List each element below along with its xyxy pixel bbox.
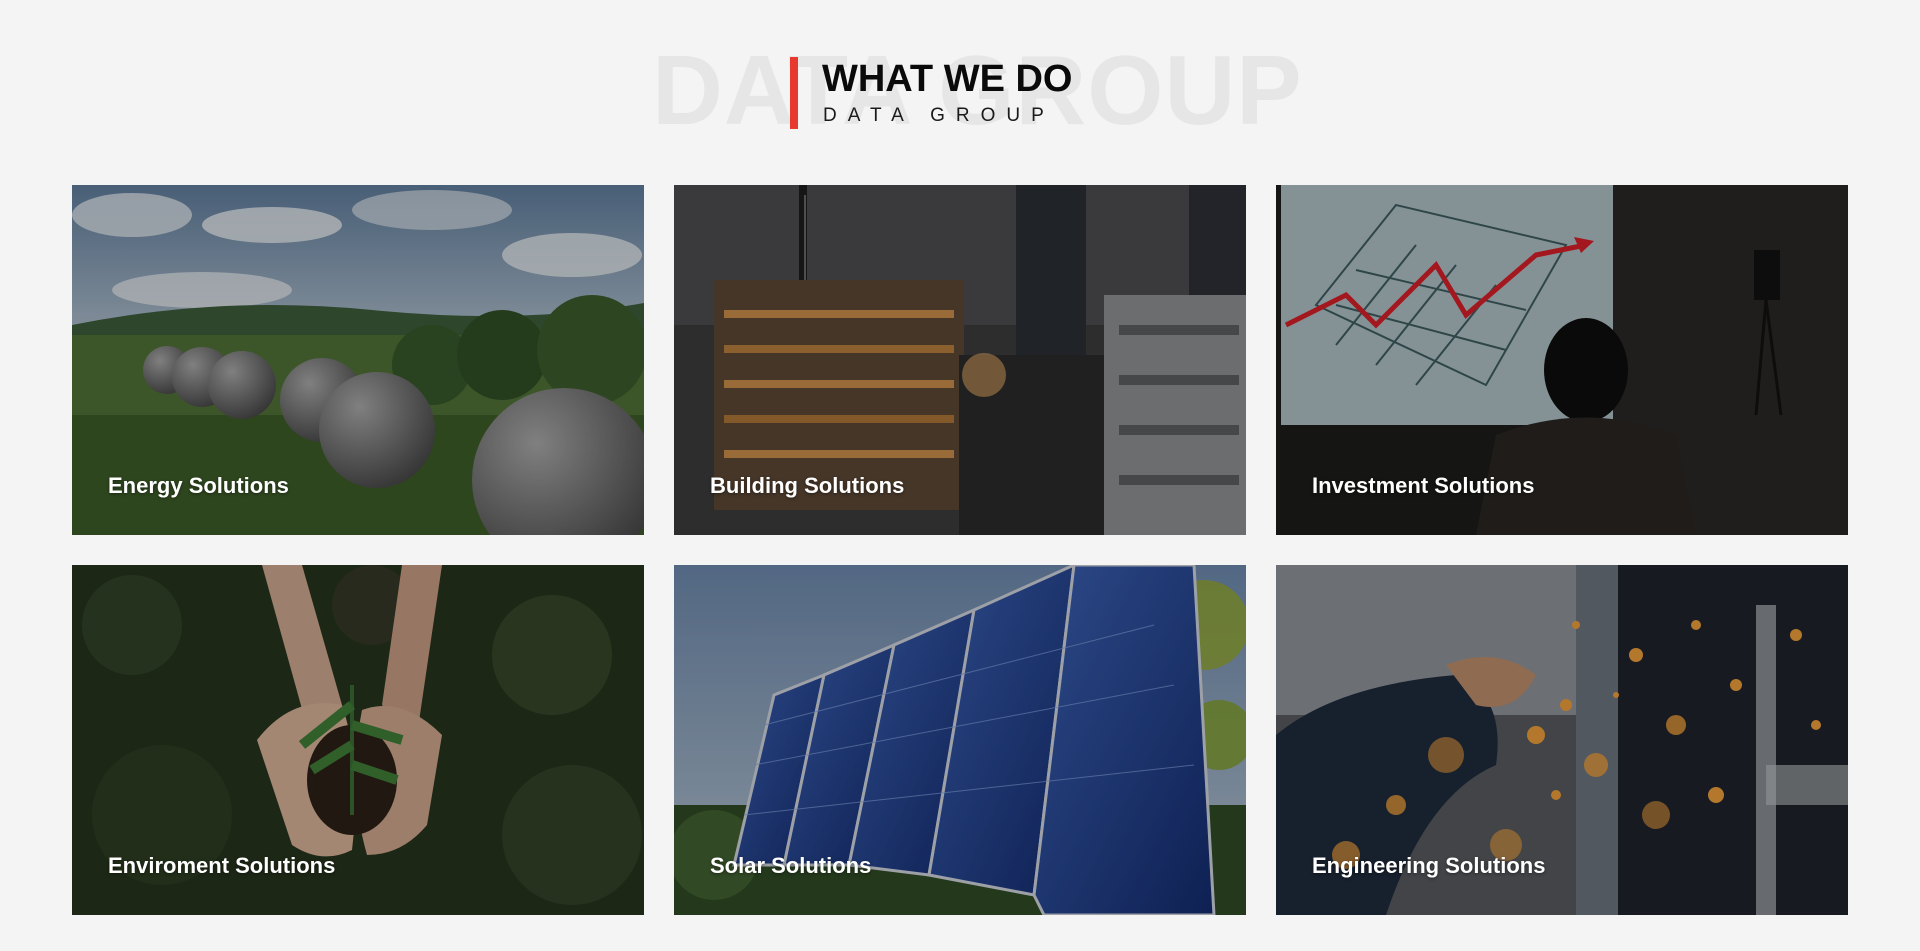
card-title: Solar Solutions: [710, 853, 872, 878]
section-subtitle: DATA GROUP: [823, 105, 1055, 126]
section-title: WHAT WE DO: [822, 58, 1073, 100]
card-solar-solutions[interactable]: Solar Solutions: [674, 565, 1246, 915]
card-energy-solutions[interactable]: Energy Solutions: [72, 185, 644, 535]
services-grid: Energy Solutions Building Solutions Inve…: [72, 185, 1848, 915]
section-header: DATA GROUP WHAT WE DO DATA GROUP: [0, 0, 1920, 150]
card-title: Building Solutions: [710, 473, 905, 498]
card-title: Investment Solutions: [1312, 473, 1535, 498]
page: DATA GROUP WHAT WE DO DATA GROUP Energy …: [0, 0, 1920, 951]
card-title: Enviroment Solutions: [108, 853, 336, 878]
card-engineering-solutions[interactable]: Engineering Solutions: [1276, 565, 1848, 915]
card-title: Energy Solutions: [108, 473, 289, 498]
card-investment-solutions[interactable]: Investment Solutions: [1276, 185, 1848, 535]
card-enviroment-solutions[interactable]: Enviroment Solutions: [72, 565, 644, 915]
card-building-solutions[interactable]: Building Solutions: [674, 185, 1246, 535]
header-accent-bar: [790, 57, 798, 129]
card-title: Engineering Solutions: [1312, 853, 1546, 878]
